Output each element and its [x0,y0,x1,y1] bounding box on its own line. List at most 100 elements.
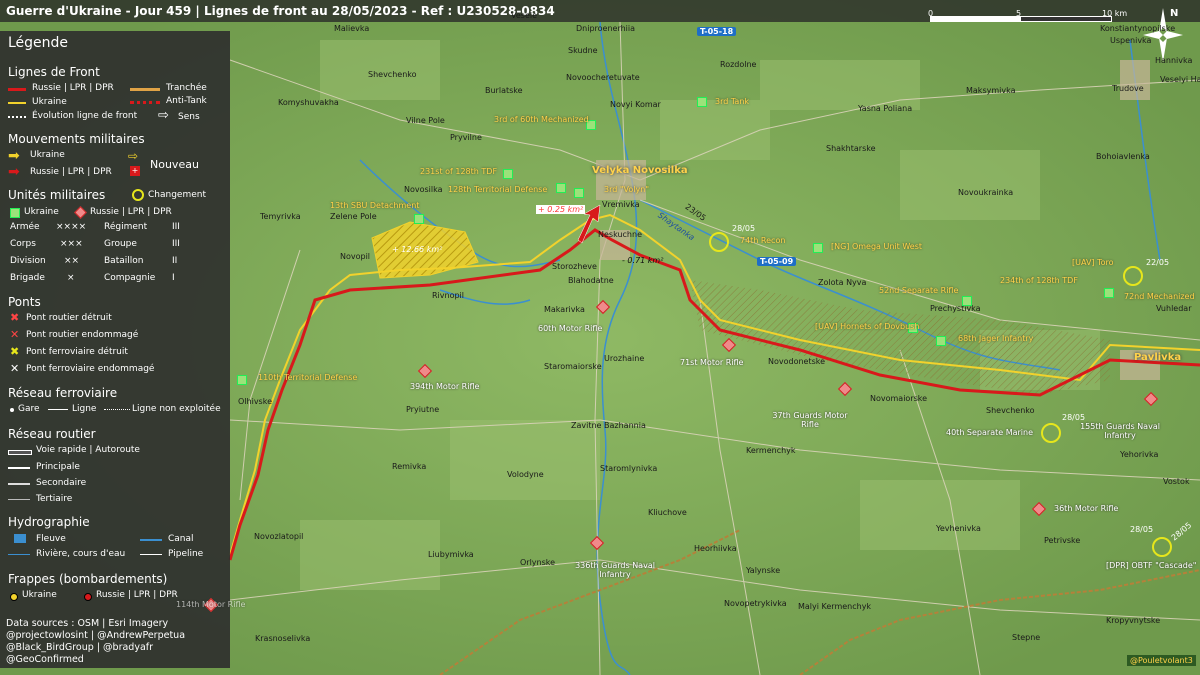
village-label: Temyrivka [260,212,301,221]
size-division: Division [10,256,46,266]
ukraine-unit-marker[interactable] [697,97,707,107]
area-gain-large: + 12.66 km² [392,245,443,254]
size-corps-sym: ××× [60,239,83,249]
road-badge-t0509: T-05-09 [757,257,797,266]
hydro-title: Hydrographie [8,515,90,529]
ukraine-unit-marker[interactable] [574,188,584,198]
units-change: Changement [148,190,206,200]
russia-unit-label: 40th Separate Marine [946,428,1034,437]
village-label: Vostok [1163,477,1190,486]
russia-line-swatch [8,88,26,91]
ukraine-unit-label: 3rd Tank [715,97,750,106]
village-label: Vilne Pole [406,116,445,125]
russia-move-arrow-icon: ➡ [8,164,20,180]
change-ring-marker [1041,423,1061,443]
title-bar: Guerre d'Ukraine - Jour 459 | Lignes de … [0,0,1200,22]
ukraine-unit-marker[interactable] [813,243,823,253]
front-title: Lignes de Front [8,65,100,79]
village-label: Volodyne [507,470,544,479]
ukraine-unit-label: 231st of 128th TDF [420,167,498,176]
ukraine-unit-marker[interactable] [237,375,247,385]
rail-unused: Ligne non exploitée [132,404,221,414]
moves-new: Nouveau [150,158,199,171]
village-label: Blahodatne [568,276,614,285]
ukraine-unit-marker[interactable] [1104,288,1114,298]
village-label: Liubymivka [428,550,474,559]
village-label: Prechystivka [930,304,981,313]
bridge-road-damaged: Pont routier endommagé [26,330,139,340]
village-label: Novopetrykivka [724,599,787,608]
ukraine-unit-marker[interactable] [962,296,972,306]
ukraine-unit-label: 52nd Separate Rifle [879,286,959,295]
russia-unit-label: 114th Motor Rifle [176,600,246,609]
village-label: Rozdolne [720,60,757,69]
village-label: Yehorivka [1120,450,1159,459]
village-label: Yalynske [746,566,781,575]
ukraine-move-arrow-icon: ➡ [8,148,20,164]
village-label: Krasnoselivka [255,634,311,643]
front-ukraine: Ukraine [32,97,67,107]
ukraine-unit-label: 74th Recon [740,236,786,245]
ukraine-unit-label: 68th Jager Infantry [958,334,1034,343]
stream-swatch [8,554,30,555]
source-line-1: Data sources : OSM | Esri Imagery [6,618,169,629]
map-title: Guerre d'Ukraine - Jour 459 | Lignes de … [6,4,555,18]
russia-unit-label: 71st Motor Rifle [680,358,744,367]
size-regiment-sym: III [172,222,180,232]
author-credit: @Pouletvolant3 [1127,655,1196,666]
village-label: Shevchenko [986,406,1035,415]
change-ring-marker [709,232,729,252]
front-antitank: Anti-Tank [166,96,207,106]
ukraine-unit-marker[interactable] [503,169,513,179]
ukraine-unit-marker[interactable] [556,183,566,193]
village-label: Olhivske [238,397,272,406]
moves-russia: Russie | LPR | DPR [30,167,112,177]
legend-title: Légende [8,35,69,51]
village-label: Novyi Komar [610,100,661,109]
change-date-label: 28/05 [732,224,756,233]
strikes-russia: Russie | LPR | DPR [96,590,178,600]
village-label: Malievka [334,24,370,33]
canal-swatch [140,539,162,541]
scale-bar-graphic [930,16,1112,22]
village-label: Kropyvnytske [1106,616,1161,625]
size-company-sym: I [172,273,175,283]
evolution-swatch [8,116,26,118]
change-date-label: 22/05 [1146,258,1170,267]
rail-station: Gare [18,404,40,414]
units-title: Unités militaires [8,188,106,202]
village-label: Novodonetske [768,357,826,366]
village-label: Staromlynivka [600,464,658,473]
hydro-canal: Canal [168,534,194,544]
village-label: Maksymivka [966,86,1016,95]
legend-panel: Légende Lignes de Front Russie | LPR | D… [0,31,230,668]
rail-line-swatch [48,409,68,410]
change-ring-icon [132,189,144,201]
village-label: Novoocheretuvate [566,73,640,82]
bridge-rail-damaged: Pont ferroviaire endommagé [26,364,155,374]
strikes-ukraine: Ukraine [22,590,57,600]
ukraine-unit-label: 72nd Mechanized [1124,292,1195,301]
ukraine-unit-label: 234th of 128th TDF [1000,276,1078,285]
village-label: Neskuchne [598,230,642,239]
size-corps: Corps [10,239,36,249]
village-label: Novozlatopil [254,532,304,541]
bridge-damaged-icon: ✕ [10,328,20,341]
village-label: Yasna Poliana [858,104,913,113]
village-label: Hannivka [1155,56,1193,65]
ukraine-unit-marker[interactable] [936,336,946,346]
rail-line: Ligne [72,404,97,414]
village-label: Stepne [1012,633,1041,642]
hydro-pipeline: Pipeline [168,549,204,559]
village-label: Shakhtarske [826,144,876,153]
new-ukraine-icon: ⇨ [128,149,139,163]
village-label: Heorhiivka [694,544,737,553]
size-battalion-sym: II [172,256,178,266]
front-trench: Tranchée [166,83,207,93]
village-label: Petrivske [1044,536,1081,545]
village-label: Yevhenivka [936,524,981,533]
russia-unit-label: 336th Guards Naval Infantry [575,561,655,579]
pipeline-swatch [140,554,162,555]
ukraine-unit-marker[interactable] [414,214,424,224]
ukraine-unit-label: 13th SBU Detachment [330,201,420,210]
